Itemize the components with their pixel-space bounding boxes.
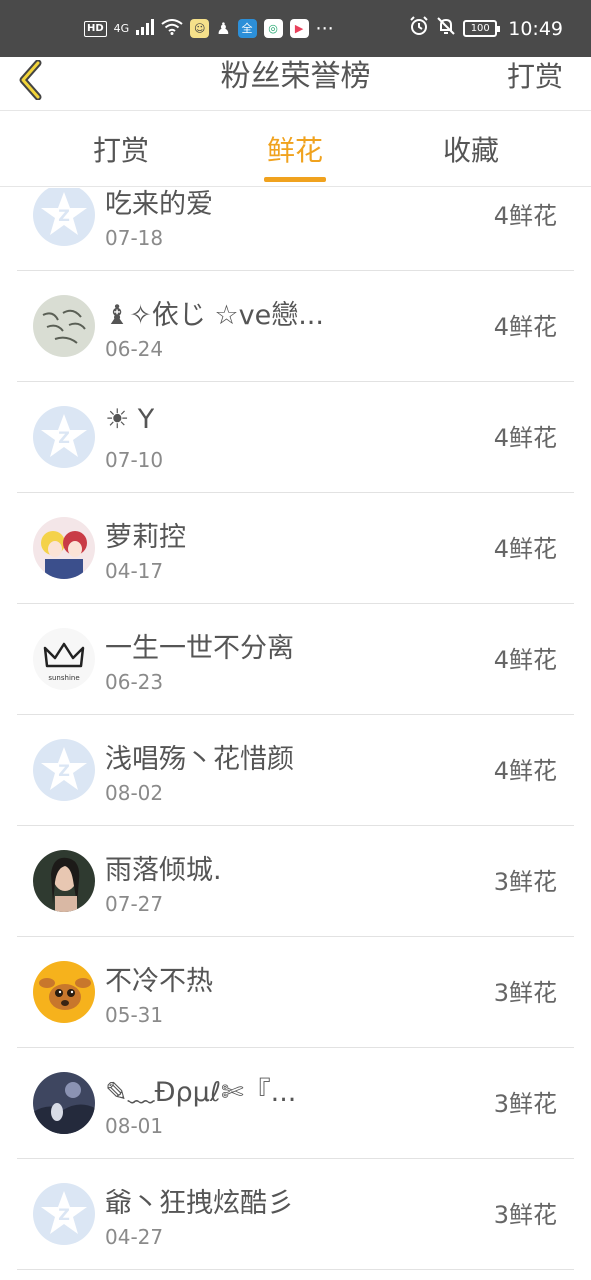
signal-icon	[136, 18, 155, 40]
video-app-icon: ▶	[289, 19, 309, 38]
default-avatar-icon: Z	[33, 1183, 95, 1245]
app-notification-icon: ☺	[190, 19, 210, 38]
status-left: HD 4G ☺ ♟ 全 ◎ ▶ ···	[84, 18, 334, 40]
tab-favorites[interactable]: 收藏	[391, 111, 551, 187]
header: 粉丝荣誉榜 打赏	[0, 57, 591, 111]
list-item[interactable]: 萝莉控 04-17 4鲜花	[17, 493, 574, 604]
fan-list-viewport[interactable]: Z 吃来的爱 07-18 4鲜花 ♝✧依じ ☆ve戀... 06-24 4鲜花 …	[0, 188, 591, 1280]
fan-name: 雨落倾城.	[105, 855, 222, 886]
gift-date: 04-27	[105, 1225, 164, 1249]
more-notifications-icon: ···	[315, 17, 334, 40]
tab-label: 鲜花	[266, 134, 323, 167]
list-item[interactable]: Z 吃来的爱 07-18 4鲜花	[17, 188, 574, 271]
reward-button[interactable]: 打赏	[507, 57, 563, 97]
list-item[interactable]: Z ☀ Y 07-10 4鲜花	[17, 382, 574, 493]
quanmin-app-icon: 全	[237, 19, 257, 38]
alarm-icon	[409, 16, 429, 41]
default-avatar-icon: Z	[33, 188, 95, 246]
fan-name: 不冷不热	[105, 966, 213, 997]
flower-count: 4鲜花	[493, 535, 557, 563]
user-avatar-image	[33, 517, 95, 579]
gift-date: 08-01	[105, 1114, 164, 1138]
user-avatar-image	[33, 961, 95, 1023]
user-avatar-image	[33, 295, 95, 357]
gift-date: 05-31	[105, 1003, 164, 1027]
fan-name: 浅唱殇丶花惜颜	[105, 744, 294, 775]
tab-label: 收藏	[442, 134, 499, 167]
flower-count: 4鲜花	[493, 757, 557, 785]
svg-text:Z: Z	[58, 761, 70, 780]
fan-name: ♝✧依じ ☆ve戀...	[105, 300, 324, 331]
fan-name: ✎﹏Đρμℓ✄『...	[105, 1077, 297, 1108]
list-item[interactable]: Z 爺丶狂拽炫酷彡 04-27 3鲜花	[17, 1159, 574, 1270]
battery-icon: 100	[463, 20, 501, 37]
status-right: 100 10:49	[409, 16, 563, 41]
page-title: 粉丝荣誉榜	[220, 59, 371, 94]
fan-name: 吃来的爱	[105, 189, 213, 220]
svg-text:Z: Z	[58, 206, 70, 225]
network-type: 4G	[113, 22, 130, 35]
list-item[interactable]: 不冷不热 05-31 3鲜花	[17, 937, 574, 1048]
flower-count: 3鲜花	[493, 1201, 557, 1229]
mute-icon	[436, 16, 456, 41]
tab-label: 打赏	[92, 134, 149, 167]
fan-name: 一生一世不分离	[105, 633, 294, 664]
default-avatar-icon: Z	[33, 406, 95, 468]
gift-date: 08-02	[105, 781, 164, 805]
list-item[interactable]: ✎﹏Đρμℓ✄『... 08-01 3鲜花	[17, 1048, 574, 1159]
flower-count: 3鲜花	[493, 868, 557, 896]
svg-text:sunshine: sunshine	[48, 674, 79, 682]
gift-date: 06-24	[105, 337, 164, 361]
user-avatar-image: sunshine	[33, 628, 95, 690]
active-tab-indicator	[264, 177, 326, 182]
list-item[interactable]: ♝✧依じ ☆ve戀... 06-24 4鲜花	[17, 271, 574, 382]
status-bar: HD 4G ☺ ♟ 全 ◎ ▶ ··· 100 10:49	[0, 0, 591, 57]
flower-count: 4鲜花	[493, 202, 557, 230]
flower-count: 3鲜花	[493, 1090, 557, 1118]
battery-level: 100	[470, 23, 490, 34]
flower-count: 3鲜花	[493, 979, 557, 1007]
gift-date: 07-10	[105, 448, 164, 472]
user-avatar-image	[33, 1072, 95, 1134]
qq-icon: ♟	[216, 18, 231, 38]
flower-count: 4鲜花	[493, 313, 557, 341]
fan-name: 萝莉控	[105, 522, 186, 553]
flower-count: 4鲜花	[493, 646, 557, 674]
gift-date: 06-23	[105, 670, 164, 694]
user-avatar-image	[33, 850, 95, 912]
fan-name: 爺丶狂拽炫酷彡	[105, 1188, 294, 1219]
list-item[interactable]: sunshine 一生一世不分离 06-23 4鲜花	[17, 604, 574, 715]
clock: 10:49	[508, 17, 563, 40]
gift-date: 07-18	[105, 226, 164, 250]
default-avatar-icon: Z	[33, 739, 95, 801]
tab-bar: 打赏 鲜花 收藏	[0, 111, 591, 187]
wifi-icon	[161, 18, 183, 40]
tab-flowers[interactable]: 鲜花	[215, 111, 375, 187]
list-item[interactable]: Z 浅唱殇丶花惜颜 08-02 4鲜花	[17, 715, 574, 826]
china-mobile-icon: ◎	[263, 19, 283, 38]
gift-date: 04-17	[105, 559, 164, 583]
fan-list: Z 吃来的爱 07-18 4鲜花 ♝✧依じ ☆ve戀... 06-24 4鲜花 …	[0, 188, 591, 1270]
gift-date: 07-27	[105, 892, 164, 916]
fan-name: ☀ Y	[105, 404, 155, 435]
list-item[interactable]: 雨落倾城. 07-27 3鲜花	[17, 826, 574, 937]
svg-text:Z: Z	[58, 1205, 70, 1224]
tab-reward[interactable]: 打赏	[41, 111, 201, 187]
svg-text:Z: Z	[58, 428, 70, 447]
flower-count: 4鲜花	[493, 424, 557, 452]
hd-indicator: HD	[84, 20, 107, 37]
